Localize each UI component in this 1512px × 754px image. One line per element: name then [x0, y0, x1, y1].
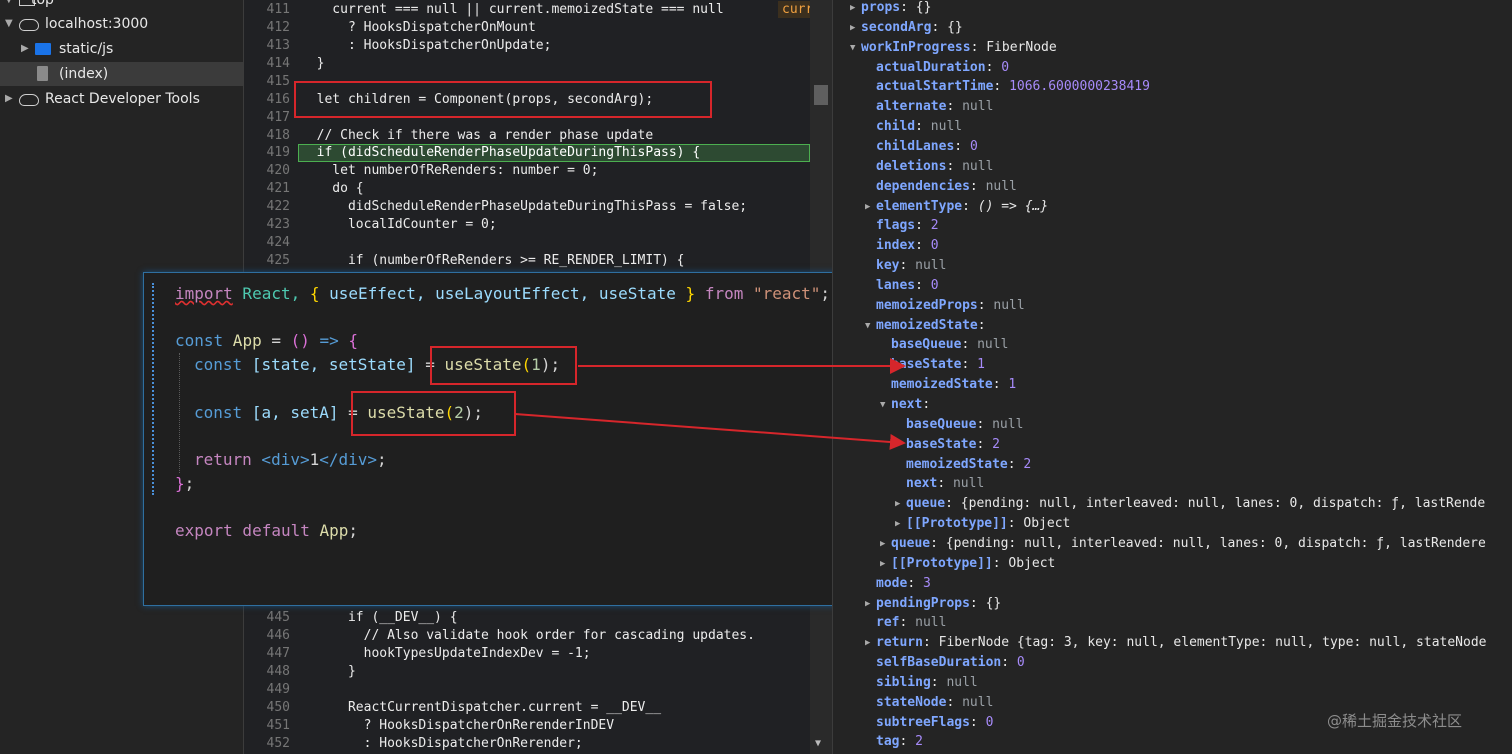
- arrow-usestate-2-to-basestate-2: [514, 413, 906, 450]
- annotation-arrows: [514, 358, 906, 450]
